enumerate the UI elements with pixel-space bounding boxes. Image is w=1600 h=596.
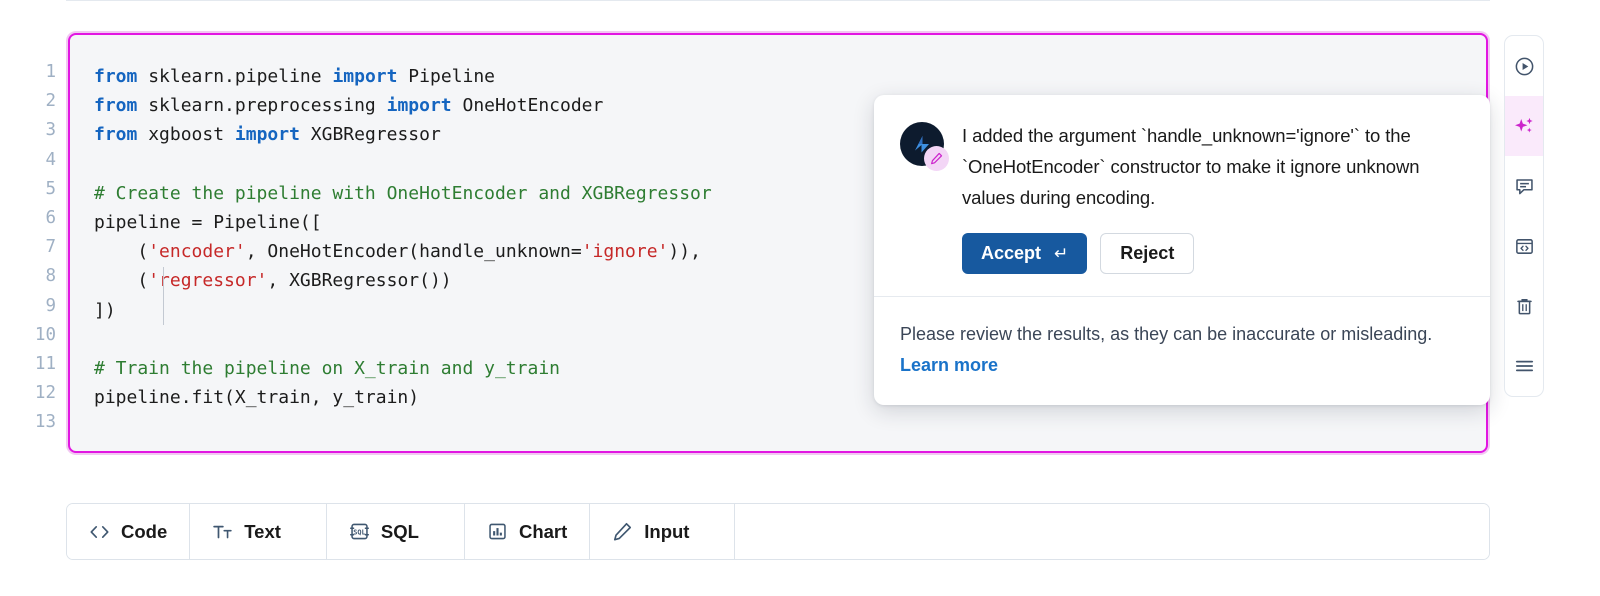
rail-item-ai-assistant[interactable] (1505, 96, 1543, 156)
code-token: import (234, 124, 300, 146)
code-token: 'encoder' (148, 241, 246, 263)
line-number: 5 (45, 178, 56, 199)
code-token: OneHotEncoder (451, 95, 604, 117)
notebook-cell-page: 1 2 3 4 5 6 7 8 9 10 11 12 13 from sklearn.pipeline … (0, 0, 1600, 596)
line-number: 1 (45, 62, 56, 82)
toolbar-button-code[interactable]: Code (67, 504, 191, 559)
trash-icon (1514, 296, 1535, 317)
line-number: 8 (45, 266, 56, 287)
line-number: 9 (45, 295, 56, 316)
code-token: pipeline.fit(X_train, y_train) (94, 387, 420, 409)
code-line[interactable]: from sklearn.pipeline import Pipeline (94, 62, 1486, 91)
bar-chart-icon (487, 521, 508, 542)
accept-button[interactable]: Accept ↵ (962, 233, 1088, 274)
code-token: sklearn.pipeline (137, 66, 333, 87)
code-token: xgboost (137, 124, 235, 146)
accept-shortcut-icon: ↵ (1054, 243, 1069, 263)
line-number: 11 (34, 353, 56, 374)
toolbar-button-text[interactable]: Text (190, 504, 327, 559)
pencil-icon (924, 146, 949, 171)
rail-item-run-cell[interactable] (1505, 36, 1543, 96)
ai-disclaimer-text: Please review the results, as they can b… (900, 324, 1433, 344)
toolbar-button-chart[interactable]: Chart (464, 504, 591, 559)
code-token: ( (94, 241, 149, 263)
top-divider (66, 0, 1490, 1)
code-token: from (94, 95, 138, 117)
ai-disclaimer: Please review the results, as they can b… (874, 296, 1490, 405)
indent-guide (163, 267, 164, 325)
angle-brackets-icon (89, 524, 110, 540)
code-token: 'regressor' (148, 270, 268, 292)
toolbar-button-input-label: Input (644, 520, 690, 542)
comment-icon (1514, 176, 1535, 197)
line-number: 2 (45, 91, 56, 112)
line-number: 13 (34, 412, 56, 433)
line-number-gutter: 1 2 3 4 5 6 7 8 9 10 11 12 13 (0, 58, 56, 437)
code-token: XGBRegressor (299, 124, 441, 146)
ai-suggestion-popup: I added the argument `handle_unknown='ig… (874, 95, 1490, 405)
code-token: ]) (94, 299, 116, 321)
rail-item-code-snippet[interactable] (1505, 216, 1543, 276)
code-window-icon (1514, 236, 1535, 257)
avatar (900, 122, 949, 171)
code-token: from (94, 66, 138, 87)
pencil-icon (612, 521, 633, 542)
code-token: sklearn.preprocessing (137, 95, 387, 117)
code-token: from (94, 124, 138, 146)
toolbar-button-input[interactable]: Input (590, 504, 736, 559)
ai-suggestion-actions: Accept ↵ Reject (962, 233, 1464, 274)
reject-button[interactable]: Reject (1100, 233, 1195, 274)
cell-type-toolbar: Code Text SQL SQL Chart Input (66, 503, 1490, 560)
code-token: import (332, 66, 398, 87)
line-number: 3 (45, 120, 56, 141)
toolbar-button-sql-label: SQL (380, 520, 419, 542)
toolbar-empty-space (735, 504, 1489, 559)
line-number: 6 (45, 207, 56, 228)
code-token: pipeline = Pipeline([ (94, 211, 322, 233)
toolbar-button-text-label: Text (244, 520, 281, 542)
toolbar-button-chart-label: Chart (518, 520, 568, 542)
code-token: # Create the pipeline with OneHotEncoder… (94, 182, 712, 204)
code-token: # Train the pipeline on X_train and y_tr… (94, 357, 560, 379)
code-token: )), (668, 241, 701, 263)
code-line[interactable] (94, 412, 1486, 441)
hamburger-icon (1514, 358, 1535, 374)
code-token: import (386, 95, 452, 117)
code-token: , XGBRegressor()) (267, 270, 452, 292)
line-number: 4 (45, 149, 56, 170)
svg-text:SQL: SQL (353, 528, 365, 536)
accept-button-label: Accept (981, 243, 1042, 263)
line-number: 12 (34, 383, 56, 404)
sql-icon: SQL (349, 521, 370, 542)
toolbar-button-code-label: Code (121, 520, 168, 542)
toolbar-button-sql[interactable]: SQL SQL (326, 504, 465, 559)
code-token: 'ignore' (581, 241, 669, 263)
line-number: 7 (45, 237, 56, 258)
code-token: , OneHotEncoder(handle_unknown= (245, 241, 582, 263)
play-circle-icon (1514, 56, 1535, 77)
rail-item-delete-cell[interactable] (1505, 276, 1543, 336)
sparkles-icon (1513, 115, 1536, 138)
learn-more-link[interactable]: Learn more (900, 355, 998, 375)
code-token: ( (94, 270, 149, 292)
text-format-icon (212, 523, 233, 541)
ai-suggestion-body: I added the argument `handle_unknown='ig… (874, 95, 1490, 296)
ai-suggestion-message: I added the argument `handle_unknown='ig… (962, 125, 1420, 208)
rail-item-more-options[interactable] (1505, 336, 1543, 396)
code-token: Pipeline (397, 66, 496, 87)
cell-action-rail (1504, 35, 1544, 397)
line-number: 10 (34, 324, 56, 345)
rail-item-comment[interactable] (1505, 156, 1543, 216)
